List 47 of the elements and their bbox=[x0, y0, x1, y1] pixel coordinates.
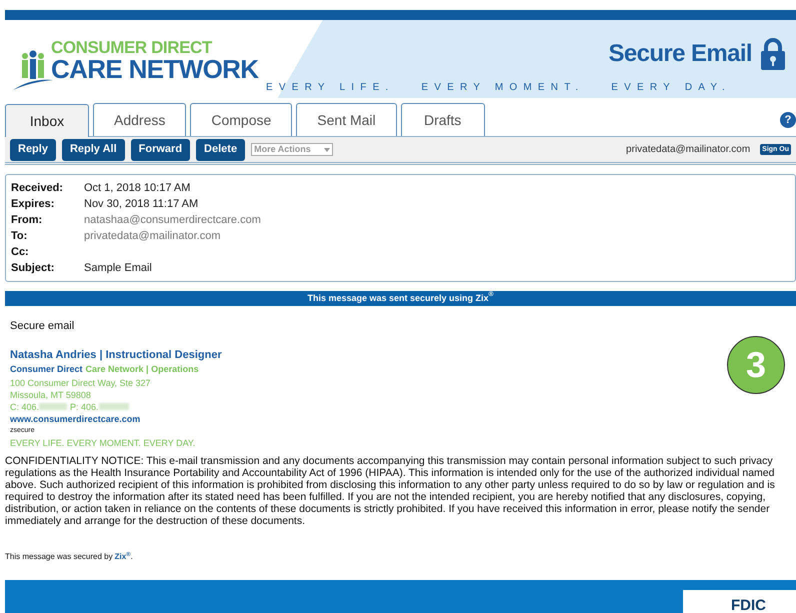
field-label: From: bbox=[11, 212, 44, 228]
tagline: EVERY LIFE. EVERY MOMENT. EVERY DAY. bbox=[266, 81, 731, 95]
blurred-number bbox=[98, 403, 129, 410]
field-label: To: bbox=[11, 228, 28, 244]
logo-text: CONSUMER DIRECT bbox=[51, 39, 214, 56]
caret-icon bbox=[324, 148, 330, 152]
greeting-text: Secure email bbox=[10, 319, 76, 334]
phone-label: C: 406. bbox=[10, 400, 40, 412]
tab[interactable]: Compose bbox=[190, 103, 292, 136]
field-label: Cc: bbox=[11, 244, 30, 260]
confidentiality-notice: CONFIDENTIALITY NOTICE: This e-mail transmission and any documents accompanying this transmission may contain personal information subject to such privacy regulations as the Health Insurance Portability and Accountability Act of 1996 (HIPAA). This information is intended only for the use of the authorized individual named above. Such authorized recipient of this information is prohibited from disclosing this information to any other party unless required to do so by law or regulation and is required to destroy the information after its stated need has been fulfilled. If you are not the intended recipient, you are hereby notified that any disclosures, copying, distribution, or action taken in reliance on the contents of these documents is strictly prohibited. If you have received this information in error, please notify the sender immediately and arrange for the destruction of these documents. bbox=[5, 454, 776, 526]
user-email: privatedata@mailinator.com bbox=[626, 143, 750, 157]
signature-company: Consumer Direct bbox=[10, 363, 83, 376]
tab[interactable]: Sent Mail bbox=[296, 103, 397, 136]
field-value: Sample Email bbox=[84, 260, 152, 276]
signature-company: Care Network | Operations bbox=[86, 363, 199, 376]
secured-by-text: This message was secured by bbox=[5, 550, 113, 562]
field-value: Oct 1, 2018 10:17 AM bbox=[84, 180, 190, 196]
number-badge: 3 bbox=[727, 336, 785, 394]
website-link[interactable]: www.consumerdirectcare.com bbox=[10, 412, 796, 424]
toolbar-button[interactable]: Delete bbox=[196, 138, 246, 160]
secure-banner: This message was sent securely using Zix$^{®}$ bbox=[5, 291, 796, 306]
field-label: Subject: bbox=[11, 260, 56, 276]
toolbar-button[interactable]: Reply bbox=[10, 138, 56, 160]
period-text: . bbox=[130, 550, 133, 562]
field-value: natashaa@consumerdirectcare.com bbox=[84, 212, 261, 228]
field-label: Received: bbox=[11, 180, 64, 196]
signature-address: Missoula, MT 59808 bbox=[10, 388, 92, 400]
signature-name: Natasha Andries | Instructional Designer bbox=[10, 348, 223, 362]
signature-slogan: EVERY LIFE. EVERY MOMENT. EVERY DAY. bbox=[10, 436, 196, 448]
blurred-number bbox=[39, 403, 68, 410]
logo-text: CARE NETWORK bbox=[51, 56, 258, 82]
secure-email-title: Secure Email bbox=[608, 39, 752, 69]
tab[interactable]: Address bbox=[93, 103, 186, 136]
field-label: Expires: bbox=[11, 196, 56, 212]
phone-label: P: 406. bbox=[70, 400, 99, 412]
fdic-logo-text: FDIC bbox=[731, 598, 766, 613]
tab[interactable]: Inbox bbox=[5, 104, 89, 137]
toolbar-button[interactable]: Forward bbox=[130, 138, 190, 160]
lock-icon bbox=[760, 38, 786, 70]
signature-address: 100 Consumer Direct Way, Ste 327 bbox=[10, 376, 152, 388]
toolbar-button[interactable]: Reply All bbox=[62, 138, 125, 160]
field-value: privatedata@mailinator.com bbox=[84, 228, 221, 244]
tab[interactable]: Drafts bbox=[400, 103, 485, 136]
zix-link[interactable]: Zix$^{®}$ bbox=[114, 550, 131, 562]
help-icon[interactable]: ? bbox=[780, 112, 796, 128]
field-value: Nov 30, 2018 11:17 AM bbox=[84, 196, 198, 212]
